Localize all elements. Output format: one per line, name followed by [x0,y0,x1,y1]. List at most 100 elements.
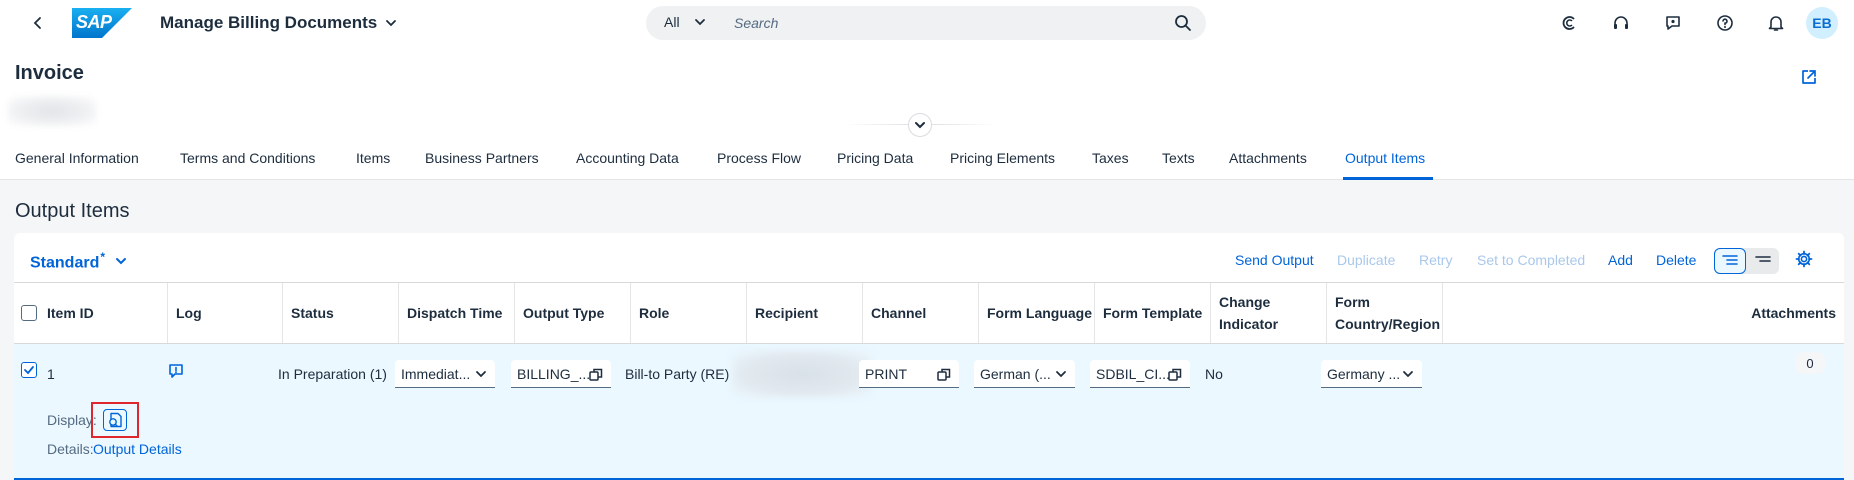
bell-icon [1768,16,1784,31]
tab-texts[interactable]: Texts [1162,150,1195,166]
shell-bar: SAP Manage Billing Documents All EB [0,0,1854,46]
app-title-menu[interactable]: Manage Billing Documents [160,13,397,33]
column-header-form-template[interactable]: Form Template [1095,283,1211,343]
output-details-link[interactable]: Output Details [93,441,182,457]
variant-management[interactable]: Standard* [30,250,127,272]
checkmark-icon [24,366,34,375]
set-to-completed-button[interactable]: Set to Completed [1477,252,1585,268]
table-header: Item ID Log Status Dispatch Time Output … [14,282,1844,344]
sap-logo: SAP [72,8,132,38]
chevron-left-icon [33,17,41,29]
add-button[interactable]: Add [1608,252,1633,268]
table-row[interactable]: 1 In Preparation (1) Immediat... BILLING… [14,344,1844,480]
row-checkbox-wrap [21,362,37,378]
page-title: Invoice [15,62,84,84]
display-label: Display: [47,412,97,428]
tab-terms-and-conditions[interactable]: Terms and Conditions [180,150,315,166]
search-scope-value: All [664,14,680,30]
output-type-value: BILLING_... [517,365,591,382]
column-header-dispatch-time[interactable]: Dispatch Time [399,283,515,343]
tab-business-partners[interactable]: Business Partners [425,150,539,166]
display-document-highlight [91,402,139,438]
search-input[interactable] [734,12,1154,34]
column-header-recipient[interactable]: Recipient [747,283,863,343]
send-output-button[interactable]: Send Output [1235,252,1314,268]
delete-button[interactable]: Delete [1656,252,1696,268]
channel-field[interactable]: PRINT [859,360,959,388]
dispatch-time-value: Immediat... [401,365,471,382]
hide-details-button[interactable] [1747,248,1779,274]
column-header-attachments[interactable]: Attachments [1443,283,1844,343]
details-view-icon [1722,255,1738,265]
user-avatar[interactable]: EB [1806,7,1838,39]
duplicate-button[interactable]: Duplicate [1337,252,1395,268]
dispatch-time-select[interactable]: Immediat... [395,360,495,388]
tab-items[interactable]: Items [356,150,390,166]
table-settings-button[interactable] [1795,250,1813,271]
help-button[interactable] [1712,10,1738,36]
column-header-form-language[interactable]: Form Language [979,283,1095,343]
share-button[interactable] [1800,68,1818,89]
search-scope-select[interactable]: All [664,14,706,30]
channel-value: PRINT [865,365,907,382]
value-help-icon [1168,368,1182,381]
search-button[interactable] [1174,14,1192,35]
message-log-icon [169,364,183,378]
tab-pricing-elements[interactable]: Pricing Elements [950,150,1055,166]
value-help-icon [589,368,603,381]
column-header-form-country-region[interactable]: Form Country/Region [1327,283,1443,343]
column-header-role[interactable]: Role [631,283,747,343]
tab-attachments[interactable]: Attachments [1229,150,1307,166]
log-button[interactable] [168,363,184,382]
joule-icon [1562,16,1575,30]
tab-accounting-data[interactable]: Accounting Data [576,150,679,166]
view-toggle [1714,248,1779,274]
tab-general-information[interactable]: General Information [15,150,139,166]
form-language-select[interactable]: German (... [974,360,1075,388]
column-header-channel[interactable]: Channel [863,283,979,343]
cell-item-id: 1 [47,366,55,382]
row-select-checkbox[interactable] [21,362,37,378]
compact-view-icon [1755,256,1771,262]
sap-logo-text: SAP [76,12,112,32]
back-button[interactable] [26,11,50,35]
display-document-button[interactable] [103,409,127,431]
form-language-value: German (... [980,365,1051,382]
search-box: All [646,6,1206,40]
tab-taxes[interactable]: Taxes [1092,150,1129,166]
chevron-down-icon [915,122,925,129]
variant-name: Standard [30,254,100,272]
column-header-status[interactable]: Status [283,283,399,343]
tab-pricing-data[interactable]: Pricing Data [837,150,913,166]
section-title: Output Items [15,200,130,222]
tab-process-flow[interactable]: Process Flow [717,150,801,166]
collapse-header-button[interactable] [908,113,932,137]
column-header-log[interactable]: Log [168,283,283,343]
joule-button[interactable] [1557,10,1583,36]
output-items-table-card: Standard* Send Output Duplicate Retry Se… [14,233,1844,480]
cell-status: In Preparation (1) [278,366,387,382]
redacted-subtitle [8,96,96,126]
form-country-select[interactable]: Germany ... [1321,360,1422,388]
notifications-button[interactable] [1763,10,1789,36]
help-icon [1717,15,1733,31]
select-all-checkbox[interactable] [21,305,37,321]
chevron-down-icon [386,20,397,27]
form-template-value: SDBIL_CI... [1096,365,1170,382]
form-template-field[interactable]: SDBIL_CI... [1090,360,1190,388]
attachments-count-badge[interactable]: 0 [1795,352,1825,374]
chevron-down-icon [476,371,486,378]
chevron-down-icon [1403,371,1413,378]
column-header-output-type[interactable]: Output Type [515,283,631,343]
tab-output-items[interactable]: Output Items [1345,150,1425,166]
support-button[interactable] [1608,10,1634,36]
chevron-down-icon [694,19,705,26]
retry-button[interactable]: Retry [1419,252,1452,268]
show-details-button[interactable] [1714,248,1746,274]
output-type-field[interactable]: BILLING_... [511,360,611,388]
cell-change-indicator: No [1205,366,1223,382]
feedback-button[interactable] [1660,10,1686,36]
feedback-icon [1666,16,1680,30]
column-header-change-indicator[interactable]: Change Indicator [1211,283,1327,343]
column-header-item-id[interactable]: Item ID [39,283,168,343]
